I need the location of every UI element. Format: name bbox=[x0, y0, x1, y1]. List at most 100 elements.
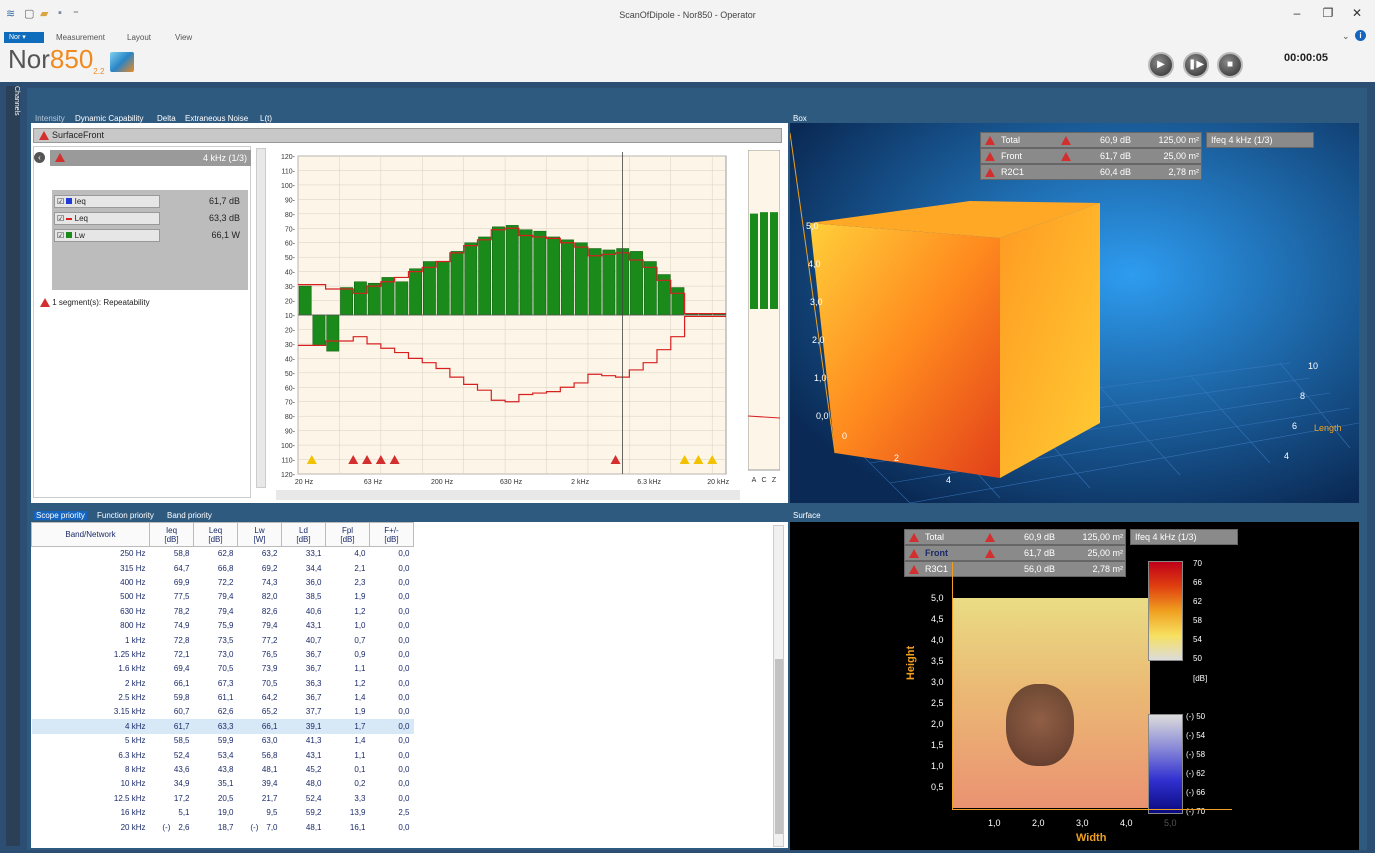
column-header[interactable]: Leq [dB] bbox=[193, 522, 238, 547]
tab-scope-priority[interactable]: Scope priority bbox=[34, 511, 87, 520]
x-axis-tick: 4,0 bbox=[1120, 818, 1133, 828]
tab-function-priority[interactable]: Function priority bbox=[97, 511, 154, 520]
table-cell: 62,6 bbox=[217, 707, 234, 717]
table-row[interactable]: 1 kHz 72,8 73,5 77,2 40,7 0,7 0,0 bbox=[32, 633, 414, 647]
table-cell: 78,2 bbox=[173, 606, 190, 616]
table-row[interactable]: 4 kHz 61,7 63,3 66,1 39,1 1,7 0,0 bbox=[31, 719, 414, 734]
stop-button[interactable]: ■ bbox=[1217, 52, 1243, 78]
menu-measurement[interactable]: Measurement bbox=[56, 33, 105, 42]
table-row[interactable]: 500 Hz 77,5 79,4 82,0 38,5 1,9 0,0 bbox=[32, 590, 414, 604]
info-icon[interactable]: i bbox=[1355, 30, 1366, 41]
y-tick-label: 70- bbox=[285, 226, 296, 233]
table-cell: 800 Hz bbox=[120, 621, 146, 631]
y-axis-tick: 1,0 bbox=[931, 761, 944, 771]
product-logo: Nor8502.2 bbox=[8, 44, 105, 77]
intensity-bar bbox=[367, 282, 381, 316]
surface-name: SurfaceFront bbox=[52, 130, 105, 140]
mini-plot-area bbox=[748, 150, 780, 471]
menu-view[interactable]: View bbox=[175, 33, 192, 42]
table-cell: 59,8 bbox=[173, 693, 190, 703]
table-cell: 250 Hz bbox=[120, 549, 146, 559]
channels-sidebar-tab[interactable]: Channels bbox=[6, 86, 20, 846]
tab-box[interactable]: Box bbox=[793, 114, 807, 123]
table-row[interactable]: 630 Hz 78,2 79,4 82,6 40,6 1,2 0,0 bbox=[32, 604, 414, 618]
minimize-icon[interactable]: – bbox=[1287, 6, 1307, 20]
table-row[interactable]: 10 kHz 34,9 35,1 39,4 48,0 0,2 0,0 bbox=[32, 777, 414, 791]
collapse-ribbon-icon[interactable]: ⌄ bbox=[1342, 31, 1350, 42]
legend-value-lw: 66,1 W bbox=[211, 230, 240, 240]
z-axis-label: Length bbox=[1314, 423, 1342, 433]
repeatability-warning: 1 segment(s): Repeatability bbox=[40, 298, 150, 308]
table-row[interactable]: 16 kHz 5,1 19,0 9,5 59,2 13,9 2,5 bbox=[32, 806, 414, 820]
legend-value-ieq: 61,7 dB bbox=[208, 196, 240, 206]
pause-button[interactable]: ❚▶ bbox=[1183, 52, 1209, 78]
tab-intensity[interactable]: Intensity bbox=[35, 114, 65, 123]
table-row[interactable]: 1.25 kHz 72,1 73,0 76,5 36,7 0,9 0,0 bbox=[32, 647, 414, 661]
tab-lt[interactable]: L(t) bbox=[260, 114, 272, 123]
start-button[interactable]: ▶ bbox=[1148, 52, 1174, 78]
table-row[interactable]: 250 Hz 58,8 62,8 63,2 33,1 4,0 0,0 bbox=[32, 547, 414, 561]
spectrum-chart[interactable]: 120- 110- 100- 90- 80- 70- 60- 50- 40- 30- 20- 10- 2… bbox=[276, 148, 746, 490]
vertical-scrollbar[interactable] bbox=[256, 148, 266, 488]
table-scrollbar[interactable] bbox=[773, 525, 784, 847]
close-icon[interactable]: ✕ bbox=[1347, 6, 1367, 20]
tab-extraneous-noise[interactable]: Extraneous Noise bbox=[185, 114, 248, 123]
table-cell: 1,2 bbox=[354, 678, 366, 688]
table-row[interactable]: 20 kHz (-) 2,6 18,7 (-) 7,0 48,1 16,1 0,0 bbox=[32, 820, 414, 834]
table-cell: 36,7 bbox=[305, 649, 322, 659]
table-cell: 43,1 bbox=[305, 621, 322, 631]
tab-surface[interactable]: Surface bbox=[793, 511, 821, 520]
y-axis-tick: 3,0 bbox=[810, 297, 823, 307]
table-cell: 67,3 bbox=[217, 678, 234, 688]
band-header: 4 kHz (1/3) bbox=[50, 150, 251, 166]
tab-delta[interactable]: Delta bbox=[157, 114, 176, 123]
table-row[interactable]: 2 kHz 66,1 67,3 70,5 36,3 1,2 0,0 bbox=[32, 676, 414, 690]
column-header[interactable]: Ld [dB] bbox=[281, 522, 326, 547]
table-cell: 1,2 bbox=[354, 606, 366, 616]
table-cell: 66,8 bbox=[217, 563, 234, 573]
menu-layout[interactable]: Layout bbox=[127, 33, 151, 42]
column-header[interactable]: F+/- [dB] bbox=[369, 522, 414, 547]
table-cell: (-) 7,0 bbox=[250, 822, 278, 832]
table-cell: 0,0 bbox=[398, 649, 410, 659]
scrollbar-thumb[interactable] bbox=[775, 659, 783, 834]
y-tick-label: 30- bbox=[285, 284, 296, 291]
y-tick-label: 110- bbox=[282, 458, 296, 465]
y-tick-label: 100- bbox=[281, 443, 296, 450]
intensity-bar bbox=[602, 249, 616, 316]
tab-band-priority[interactable]: Band priority bbox=[167, 511, 212, 520]
collapse-icon[interactable]: ‹ bbox=[34, 152, 45, 163]
table-cell: 4,0 bbox=[354, 549, 366, 559]
legend-item-lw[interactable]: ☑ Lw bbox=[54, 229, 160, 242]
table-row[interactable]: 8 kHz 43,6 43,8 48,1 45,2 0,1 0,0 bbox=[32, 762, 414, 776]
table-row[interactable]: 6.3 kHz 52,4 53,4 56,8 43,1 1,1 0,0 bbox=[32, 748, 414, 762]
column-header[interactable]: Band/Network bbox=[31, 522, 150, 547]
x-tick-label: 63 Hz bbox=[364, 479, 383, 486]
table-cell: 8 kHz bbox=[125, 765, 146, 775]
restore-icon[interactable]: ❐ bbox=[1318, 6, 1338, 20]
tab-dynamic-capability[interactable]: Dynamic Capability bbox=[75, 114, 143, 123]
x-axis-tick: 2,0 bbox=[1032, 818, 1045, 828]
table-row[interactable]: 400 Hz 69,9 72,2 74,3 36,0 2,3 0,0 bbox=[32, 575, 414, 589]
table-cell: 41,3 bbox=[305, 736, 322, 746]
table-row[interactable]: 3.15 kHz 60,7 62,6 65,2 37,7 1,9 0,0 bbox=[32, 705, 414, 719]
x-axis-tick: 3,0 bbox=[1076, 818, 1089, 828]
table-row[interactable]: 1.6 kHz 69,4 70,5 73,9 36,7 1,1 0,0 bbox=[32, 662, 414, 676]
legend-item-leq[interactable]: ☑ Leq bbox=[54, 212, 160, 225]
table-row[interactable]: 800 Hz 74,9 75,9 79,4 43,1 1,0 0,0 bbox=[32, 618, 414, 632]
table-row[interactable]: 2.5 kHz 59,8 61,1 64,2 36,7 1,4 0,0 bbox=[32, 690, 414, 704]
x-axis-label: Width bbox=[1076, 832, 1107, 844]
table-row[interactable]: 5 kHz 58,5 59,9 63,0 41,3 1,4 0,0 bbox=[32, 734, 414, 748]
table-cell: 79,4 bbox=[217, 592, 234, 602]
intensity-bar bbox=[492, 226, 505, 316]
table-row[interactable]: 12.5 kHz 17,2 20,5 21,7 52,4 3,3 0,0 bbox=[32, 791, 414, 805]
column-header[interactable]: Ieq [dB] bbox=[149, 522, 194, 547]
column-header[interactable]: Fpl [dB] bbox=[325, 522, 370, 547]
table-cell: 36,7 bbox=[305, 664, 322, 674]
horizontal-scrollbar[interactable] bbox=[276, 490, 740, 500]
table-cell: 2.5 kHz bbox=[118, 693, 146, 703]
column-header[interactable]: Lw [W] bbox=[237, 522, 282, 547]
table-row[interactable]: 315 Hz 64,7 66,8 69,2 34,4 2,1 0,0 bbox=[32, 561, 414, 575]
legend-item-ieq[interactable]: ☑ Ieq bbox=[54, 195, 160, 208]
app-menu-button[interactable]: Nor ▾ bbox=[4, 32, 44, 43]
